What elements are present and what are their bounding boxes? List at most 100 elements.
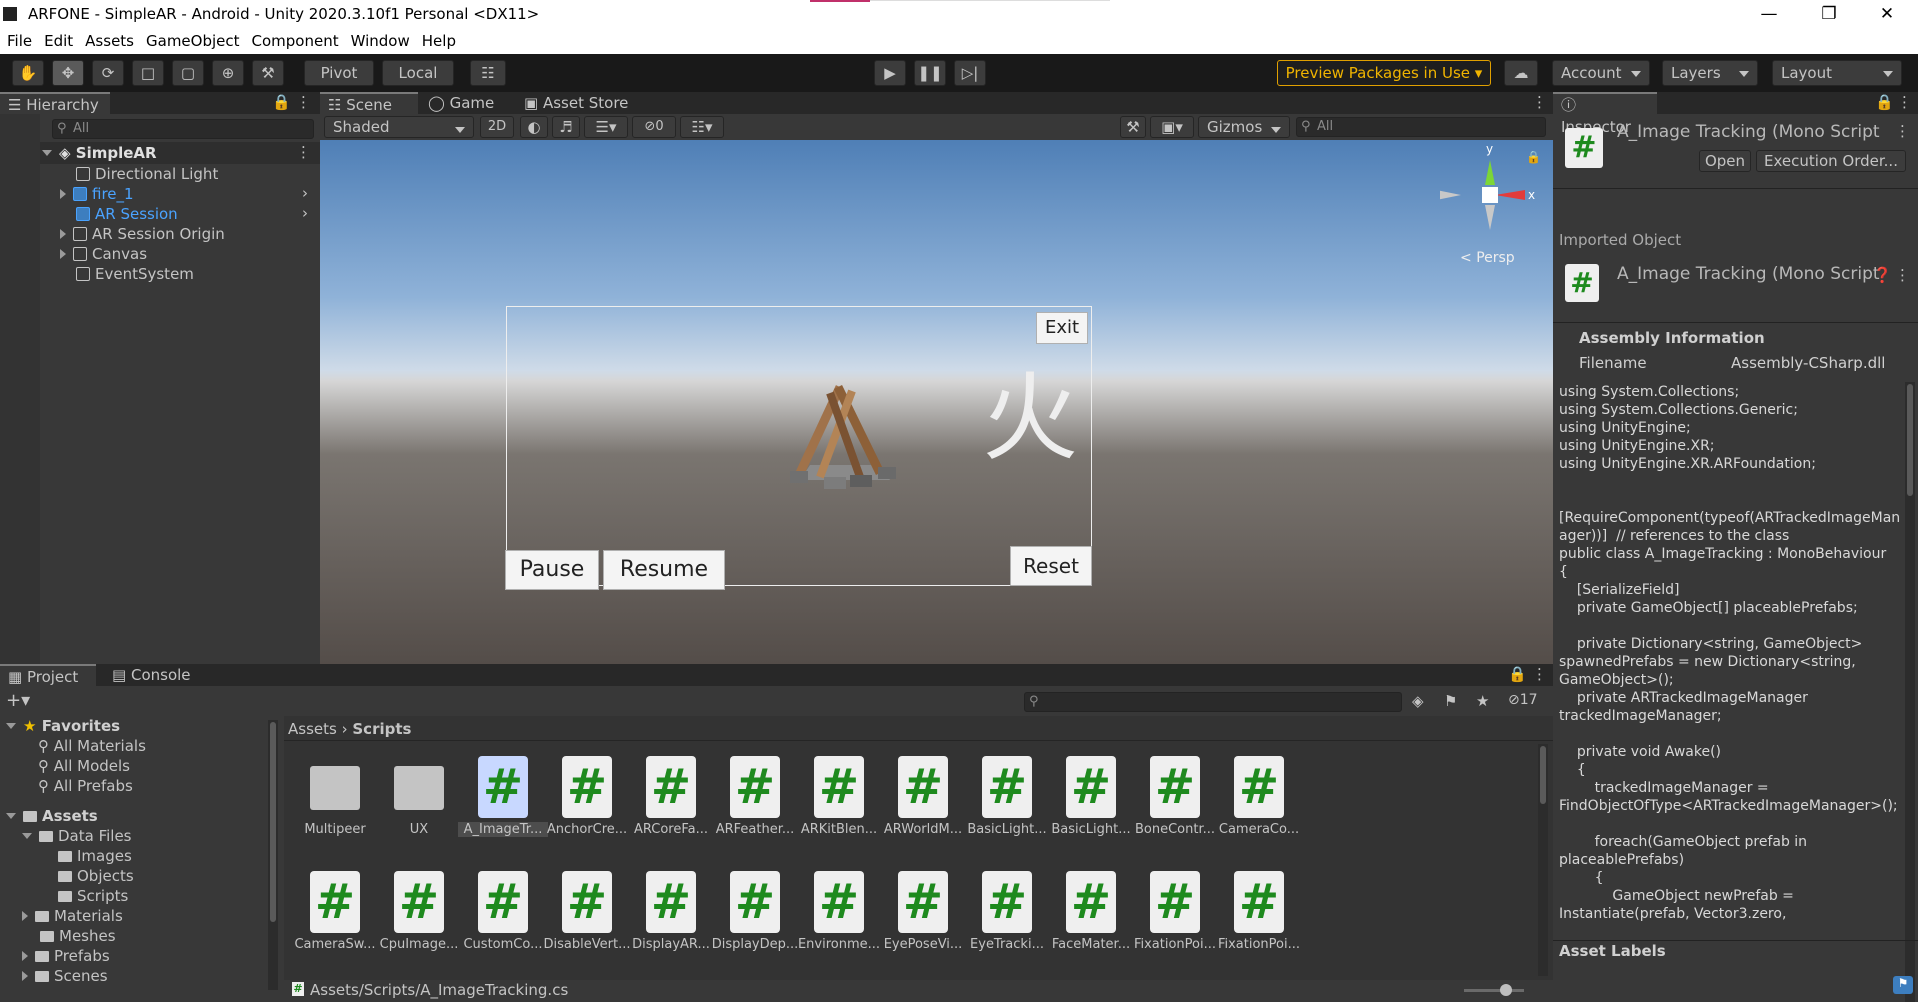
layers-dropdown[interactable]: Layers <box>1662 60 1758 86</box>
tree-scrollbar[interactable] <box>268 720 278 990</box>
expand-arrow-icon[interactable] <box>42 150 52 156</box>
folder-scripts[interactable]: Scripts <box>58 886 128 906</box>
cloud-button[interactable]: ☁ <box>1504 60 1538 86</box>
pause-play-button[interactable]: ❚❚ <box>914 60 946 86</box>
hierarchy-search-input[interactable]: ⚲ All <box>52 119 314 139</box>
filter-by-type-icon[interactable]: ◈ <box>1412 692 1424 710</box>
asset-tile[interactable]: # CameraSw... <box>290 871 380 963</box>
effects-dropdown[interactable]: ☰▾ <box>584 116 628 138</box>
favorite-star-icon[interactable]: ★ <box>1476 692 1489 710</box>
asset-tile[interactable]: UX <box>374 756 464 848</box>
lighting-toggle[interactable]: ◐ <box>520 116 548 138</box>
menu-file[interactable]: File <box>0 30 37 50</box>
expand-arrow-icon[interactable] <box>6 723 16 729</box>
tree-scrollbar-thumb[interactable] <box>270 722 276 922</box>
custom-tool-button[interactable]: ⚒ <box>252 60 284 86</box>
chevron-right-icon[interactable]: › <box>302 184 308 202</box>
persp-label[interactable]: < Persp <box>1460 250 1515 266</box>
tab-project[interactable]: ▦ Project <box>0 664 96 686</box>
preview-packages-button[interactable]: Preview Packages in Use ▾ <box>1277 60 1491 86</box>
asset-tile[interactable]: # BoneContr... <box>1130 756 1220 848</box>
tab-game[interactable]: ◯ Game <box>420 92 512 114</box>
code-scrollbar[interactable] <box>1905 382 1915 1002</box>
menu-gameobject[interactable]: GameObject <box>139 30 245 50</box>
asset-tile[interactable]: # CustomCo... <box>458 871 548 963</box>
local-toggle[interactable]: Local <box>382 60 454 86</box>
move-tool-button[interactable]: ✥ <box>52 60 84 86</box>
asset-tile[interactable]: # FaceMater... <box>1046 871 1136 963</box>
gizmo-lock-icon[interactable]: 🔒 <box>1526 150 1541 164</box>
icon-size-slider[interactable] <box>1464 989 1524 992</box>
step-button[interactable]: ▷| <box>954 60 986 86</box>
favorite-all-materials[interactable]: ⚲ All Materials <box>38 736 146 756</box>
maximize-button[interactable]: ❐ <box>1800 0 1858 30</box>
tab-asset-store[interactable]: ▣ Asset Store <box>516 92 646 114</box>
asset-tile[interactable]: # BasicLight... <box>1046 756 1136 848</box>
expand-arrow-icon[interactable] <box>6 813 16 819</box>
asset-scrollbar-thumb[interactable] <box>1540 746 1546 804</box>
folder-images[interactable]: Images <box>58 846 132 866</box>
hierarchy-item-canvas[interactable]: Canvas <box>60 244 147 264</box>
asset-tile[interactable]: # FixationPoi... <box>1214 871 1304 963</box>
kebab-menu-icon[interactable]: ⋮ <box>1532 665 1547 683</box>
account-dropdown[interactable]: Account <box>1552 60 1650 86</box>
hierarchy-item-ar-session-origin[interactable]: AR Session Origin <box>60 224 225 244</box>
grid-snap-button[interactable]: ☷ <box>470 60 506 86</box>
folder-data-files[interactable]: Data Files <box>22 826 132 846</box>
code-scrollbar-thumb[interactable] <box>1907 384 1913 496</box>
menu-component[interactable]: Component <box>245 30 344 50</box>
assets-root[interactable]: Assets <box>6 806 98 826</box>
audio-toggle[interactable]: ♬ <box>552 116 580 138</box>
asset-tile[interactable]: # Environme... <box>794 871 884 963</box>
asset-tile[interactable]: # CpuImage... <box>374 871 464 963</box>
project-search-input[interactable]: ⚲ <box>1024 692 1402 712</box>
scene-kebab-icon[interactable]: ⋮ <box>1532 93 1547 111</box>
tab-console[interactable]: ▤ Console <box>104 664 204 686</box>
hierarchy-item-fire1[interactable]: fire_1 <box>60 184 134 204</box>
tab-scene[interactable]: ☷ Scene <box>320 92 418 114</box>
help-icon[interactable]: ❓ <box>1873 266 1892 284</box>
asset-tile[interactable]: Multipeer <box>290 756 380 848</box>
lock-icon[interactable]: 🔒 <box>272 93 291 111</box>
scale-tool-button[interactable]: □ <box>132 60 164 86</box>
chevron-right-icon[interactable]: › <box>302 204 308 222</box>
favorite-all-models[interactable]: ⚲ All Models <box>38 756 130 776</box>
folder-materials[interactable]: Materials <box>22 906 123 926</box>
pivot-toggle[interactable]: Pivot <box>304 60 374 86</box>
minimize-button[interactable]: — <box>1740 0 1798 30</box>
expand-arrow-icon[interactable] <box>60 189 66 199</box>
lock-icon[interactable]: 🔒 <box>1875 93 1894 111</box>
asset-tile[interactable]: # ARCoreFa... <box>626 756 716 848</box>
play-button[interactable]: ▶ <box>874 60 906 86</box>
resume-button[interactable]: Resume <box>603 550 725 590</box>
asset-tile[interactable]: # ARKitBlen... <box>794 756 884 848</box>
scene-menu-icon[interactable]: ⋮ <box>296 143 311 161</box>
asset-tile[interactable]: # EyePoseVi... <box>878 871 968 963</box>
expand-arrow-icon[interactable] <box>60 229 66 239</box>
menu-help[interactable]: Help <box>415 30 461 50</box>
asset-tile[interactable]: # DisableVert... <box>542 871 632 963</box>
hierarchy-item-eventsystem[interactable]: EventSystem <box>76 264 194 284</box>
expand-arrow-icon[interactable] <box>22 911 28 921</box>
icon-size-slider-handle[interactable] <box>1500 984 1512 996</box>
expand-arrow-icon[interactable] <box>22 971 28 981</box>
asset-tile[interactable]: # EyeTracki... <box>962 871 1052 963</box>
scene-search-input[interactable]: ⚲ All <box>1296 117 1546 137</box>
asset-tile[interactable]: # AnchorCre... <box>542 756 632 848</box>
asset-tile[interactable]: # DisplayAR... <box>626 871 716 963</box>
transform-tool-button[interactable]: ⊕ <box>212 60 244 86</box>
expand-arrow-icon[interactable] <box>60 249 66 259</box>
folder-scenes[interactable]: Scenes <box>22 966 108 986</box>
hand-tool-button[interactable]: ✋ <box>12 60 44 86</box>
menu-edit[interactable]: Edit <box>37 30 78 50</box>
expand-arrow-icon[interactable] <box>22 833 32 839</box>
tab-hierarchy[interactable]: ☰ Hierarchy <box>0 92 110 114</box>
hidden-packages-toggle[interactable]: ⊘17 <box>1508 692 1538 708</box>
2d-toggle[interactable]: 2D <box>480 116 514 138</box>
close-button[interactable]: ✕ <box>1858 0 1916 30</box>
asset-tile[interactable]: # CameraCo... <box>1214 756 1304 848</box>
execution-order-button[interactable]: Execution Order... <box>1756 150 1906 172</box>
scene-viewport[interactable]: Exit Pause Resume Reset 火 y x 🔒 < Persp <box>320 140 1553 664</box>
folder-meshes[interactable]: Meshes <box>40 926 116 946</box>
tag-icon[interactable]: ⚑ <box>1893 976 1913 994</box>
